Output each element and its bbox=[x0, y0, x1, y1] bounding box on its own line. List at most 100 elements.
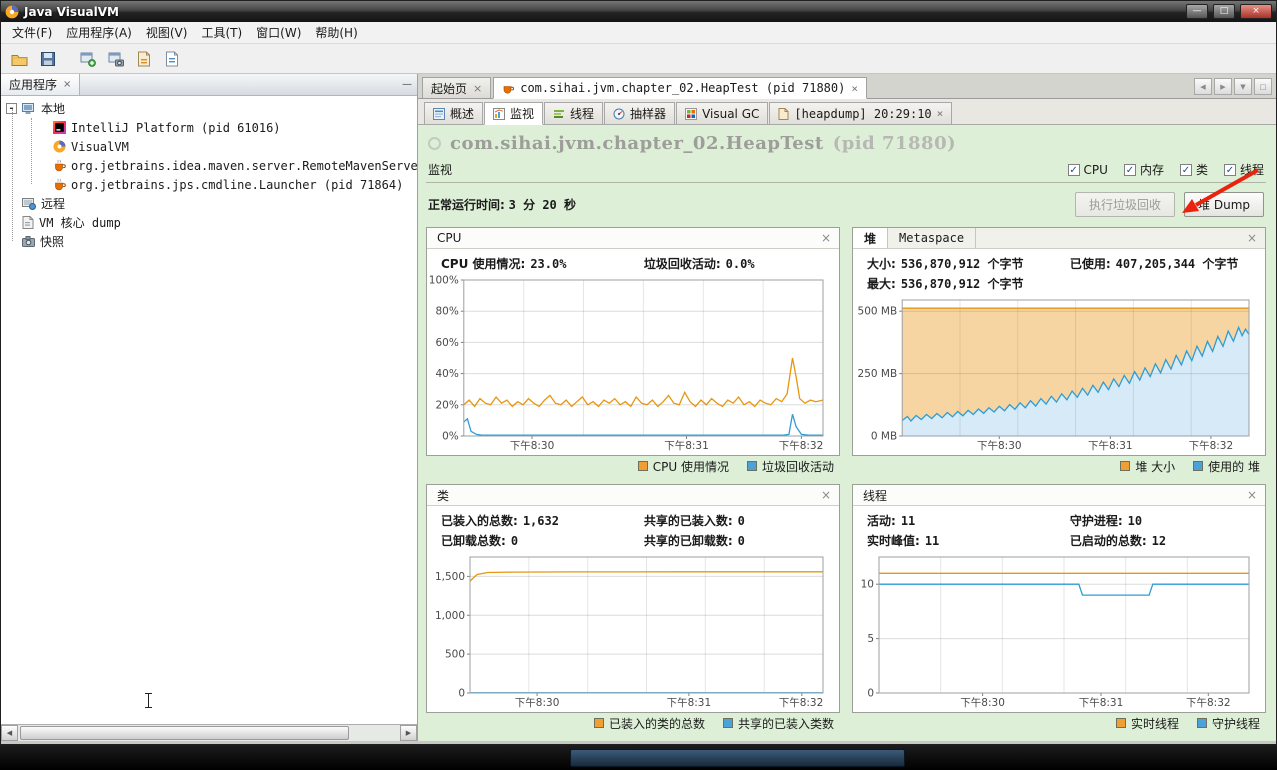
tree-node-label: IntelliJ Platform (pid 61016) bbox=[71, 120, 281, 135]
scroll-right-button[interactable]: ▶ bbox=[400, 725, 417, 741]
heap-dump-toolbar-button[interactable] bbox=[131, 46, 156, 71]
threads-panel-header: 线程 × bbox=[853, 485, 1265, 506]
visual-gc-icon bbox=[685, 107, 698, 120]
menu-applications[interactable]: 应用程序(A) bbox=[59, 22, 139, 43]
window-minimize-button[interactable]: — bbox=[1186, 4, 1208, 19]
monitor-page: com.sihai.jvm.chapter_02.HeapTest (pid 7… bbox=[418, 125, 1276, 741]
threads-legend: 实时线程 守护线程 bbox=[852, 713, 1266, 733]
menu-file[interactable]: 文件(F) bbox=[5, 22, 59, 43]
tree-node-intellij[interactable]: IntelliJ Platform (pid 61016) bbox=[1, 118, 417, 137]
close-icon[interactable]: × bbox=[937, 108, 944, 119]
checkbox-cpu[interactable]: ✓ CPU bbox=[1067, 162, 1108, 177]
svg-text:250 MB: 250 MB bbox=[858, 368, 898, 380]
close-icon[interactable]: × bbox=[819, 231, 833, 245]
checkbox-icon[interactable]: ✓ bbox=[1123, 163, 1136, 176]
svg-text:下午8:32: 下午8:32 bbox=[779, 696, 824, 709]
metric-checkboxes: ✓ CPU ✓ 内存 ✓ 类 ✓ 线程 bbox=[1067, 161, 1264, 178]
scrollbar-thumb[interactable] bbox=[20, 726, 349, 740]
tree-node-remote[interactable]: 远程 bbox=[1, 194, 417, 213]
checkbox-icon[interactable]: ✓ bbox=[1223, 163, 1236, 176]
tab-sampler[interactable]: 抽样器 bbox=[604, 102, 676, 124]
applications-tab[interactable]: 应用程序 × bbox=[1, 74, 81, 95]
svg-text:80%: 80% bbox=[435, 306, 458, 318]
window-close-button[interactable]: × bbox=[1240, 4, 1272, 19]
legend-swatch bbox=[1196, 718, 1207, 728]
perform-gc-button[interactable]: 执行垃圾回收 bbox=[1075, 192, 1176, 217]
svg-text:下午8:31: 下午8:31 bbox=[667, 696, 712, 709]
menu-window[interactable]: 窗口(W) bbox=[249, 22, 308, 43]
close-icon[interactable]: × bbox=[819, 488, 833, 502]
scrollbar-track[interactable] bbox=[18, 725, 400, 741]
tree-node-local[interactable]: - 本地 bbox=[1, 99, 417, 118]
legend-item: 垃圾回收活动 bbox=[746, 458, 834, 475]
classes-chart: 0 500 1,000 1,500 下午8:30 下午8:31 下午8:32 bbox=[429, 552, 833, 710]
svg-text:500 MB: 500 MB bbox=[858, 306, 898, 318]
visualvm-icon bbox=[53, 140, 66, 153]
close-icon[interactable]: × bbox=[63, 79, 71, 90]
tab-scroll-right-button[interactable]: ▶ bbox=[1214, 78, 1232, 95]
tree-node-launcher[interactable]: org.jetbrains.jps.cmdline.Launcher (pid … bbox=[1, 175, 417, 194]
tab-monitor[interactable]: 监视 bbox=[484, 102, 544, 125]
action-buttons: 执行垃圾回收 堆 Dump bbox=[1075, 192, 1264, 217]
checkbox-classes[interactable]: ✓ 类 bbox=[1179, 161, 1208, 178]
taskbar-button[interactable] bbox=[570, 749, 905, 767]
close-icon[interactable]: × bbox=[1245, 231, 1259, 245]
load-snapshot-button[interactable] bbox=[7, 46, 32, 71]
cpu-panel-header: CPU × bbox=[427, 228, 839, 249]
tab-overview[interactable]: 概述 bbox=[424, 102, 484, 124]
title-bar[interactable]: Java VisualVM — □ × bbox=[1, 1, 1276, 22]
minimize-panel-button[interactable]: — bbox=[397, 74, 417, 95]
svg-text:下午8:30: 下午8:30 bbox=[977, 439, 1022, 452]
classes-legend: 已装入的类的总数 共享的已装入类数 bbox=[426, 713, 840, 733]
tab-scroll-left-button[interactable]: ◀ bbox=[1194, 78, 1212, 95]
legend-item: 使用的 堆 bbox=[1193, 458, 1260, 475]
save-snapshot-button[interactable] bbox=[35, 46, 60, 71]
tab-heaptest[interactable]: com.sihai.jvm.chapter_02.HeapTest (pid 7… bbox=[493, 77, 867, 99]
tab-heapdump[interactable]: [heapdump] 20:29:10 × bbox=[769, 102, 953, 124]
tab-start-page[interactable]: 起始页 × bbox=[422, 77, 492, 98]
checkbox-icon[interactable]: ✓ bbox=[1067, 163, 1080, 176]
heap-chart: 0 MB 250 MB 500 MB 下午8:30 下午8:31 下午8:32 bbox=[855, 295, 1259, 453]
maximize-document-button[interactable]: □ bbox=[1254, 78, 1272, 95]
stat: 共享的已装入数: 0 bbox=[643, 514, 745, 528]
heap-dump-button[interactable]: 堆 Dump bbox=[1184, 192, 1264, 217]
menu-tools[interactable]: 工具(T) bbox=[194, 22, 249, 43]
menu-view[interactable]: 视图(V) bbox=[139, 22, 195, 43]
svg-text:10: 10 bbox=[861, 579, 874, 591]
checkbox-label: CPU bbox=[1083, 162, 1108, 177]
stat: 最大: 536,870,912 个字节 bbox=[867, 277, 1024, 291]
checkbox-label: 内存 bbox=[1139, 163, 1164, 177]
sampler-icon bbox=[613, 108, 625, 120]
tree-connector-line bbox=[31, 118, 32, 184]
computer-icon bbox=[22, 102, 36, 115]
classes-stats: 已装入的总数: 1,632 共享的已装入数: 0 已卸载总数: 0 共享的已卸载数: 0 bbox=[427, 506, 839, 551]
legend-item: 已装入的类的总数 bbox=[593, 715, 705, 732]
charts-grid: CPU × CPU 使用情况: 23.0% 垃圾回收活动: 0.0% 0% 20% 40… bbox=[426, 227, 1266, 733]
tree-node-label: org.jetbrains.jps.cmdline.Launcher (pid … bbox=[71, 177, 404, 192]
tab-list-dropdown-button[interactable]: ▼ bbox=[1234, 78, 1252, 95]
tree-node-label: 本地 bbox=[41, 102, 66, 116]
checkbox-threads[interactable]: ✓ 线程 bbox=[1223, 161, 1264, 178]
tab-metaspace[interactable]: Metaspace bbox=[888, 228, 977, 248]
tab-visual-gc[interactable]: Visual GC bbox=[676, 102, 769, 124]
close-icon[interactable]: × bbox=[473, 83, 482, 94]
close-icon[interactable]: × bbox=[1245, 488, 1259, 502]
checkbox-memory[interactable]: ✓ 内存 bbox=[1123, 161, 1164, 178]
close-icon[interactable]: × bbox=[851, 83, 858, 94]
add-application-button[interactable] bbox=[75, 46, 100, 71]
stat: 已装入的总数: 1,632 bbox=[441, 514, 559, 528]
tab-threads[interactable]: 线程 bbox=[544, 102, 604, 124]
tree-node-remotemavenserver[interactable]: org.jetbrains.idea.maven.server.RemoteMa… bbox=[1, 156, 417, 175]
window-maximize-button[interactable]: □ bbox=[1213, 4, 1235, 19]
checkbox-icon[interactable]: ✓ bbox=[1179, 163, 1192, 176]
application-snapshot-button[interactable] bbox=[103, 46, 128, 71]
horizontal-scrollbar[interactable]: ◀ ▶ bbox=[1, 724, 417, 741]
scroll-left-button[interactable]: ◀ bbox=[1, 725, 18, 741]
tree-node-visualvm[interactable]: VisualVM bbox=[1, 137, 417, 156]
menu-help[interactable]: 帮助(H) bbox=[308, 22, 364, 43]
tab-heap[interactable]: 堆 bbox=[853, 228, 889, 248]
thread-dump-toolbar-button[interactable] bbox=[159, 46, 184, 71]
tree-node-snapshots[interactable]: 快照 bbox=[1, 232, 417, 251]
tree-node-coredump[interactable]: VM 核心 dump bbox=[1, 213, 417, 232]
stat: CPU 使用情况: 23.0% bbox=[441, 257, 567, 271]
